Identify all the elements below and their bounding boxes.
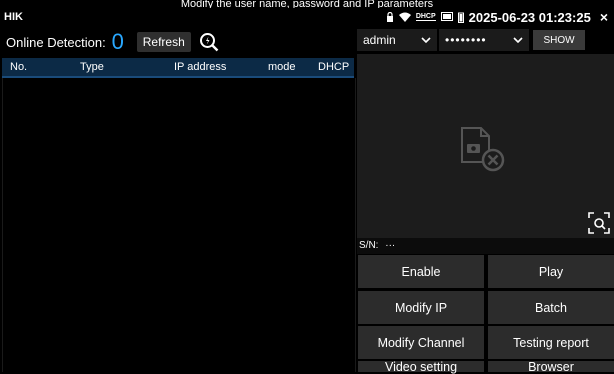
clock: 2025-06-23 01:23:25	[468, 9, 591, 25]
lock-icon	[386, 12, 393, 22]
action-button-grid: Enable Play Modify IP Batch Modify Chann…	[358, 255, 614, 374]
column-header-type[interactable]: Type	[80, 61, 104, 73]
credentials-bar: admin •••••••• SHOW	[357, 28, 614, 52]
column-header-ip-address[interactable]: IP address	[174, 61, 226, 73]
no-video-icon	[461, 127, 505, 172]
fullscreen-icon[interactable]	[588, 212, 610, 234]
batch-button[interactable]: Batch	[488, 291, 614, 324]
video-preview[interactable]	[357, 54, 614, 238]
password-mask: ••••••••	[445, 33, 487, 47]
username-select[interactable]: admin	[357, 29, 437, 51]
show-password-button[interactable]: SHOW	[533, 30, 585, 50]
username-value: admin	[363, 33, 396, 47]
video-setting-button[interactable]: Video setting	[358, 360, 484, 374]
column-header-dhcp[interactable]: DHCP	[318, 61, 349, 73]
online-count: 0	[111, 29, 124, 54]
chevron-down-icon	[421, 37, 431, 43]
modify-ip-button[interactable]: Modify IP	[358, 291, 484, 324]
status-bar: HIK DHCP 2025-06-23 01:23:25 ×	[0, 8, 614, 26]
battery-icon	[457, 12, 464, 23]
serial-number-value: ···	[385, 240, 396, 251]
modify-channel-button[interactable]: Modify Channel	[358, 326, 484, 359]
refresh-button[interactable]: Refresh	[136, 32, 191, 52]
enable-button[interactable]: Enable	[358, 255, 484, 288]
device-table-body[interactable]	[2, 78, 356, 372]
serial-number-row: S/N: ···	[357, 238, 614, 254]
search-icon[interactable]	[199, 32, 219, 52]
chevron-down-icon	[513, 37, 523, 43]
device-table-header: No. Type IP address mode DHCP	[2, 58, 354, 78]
close-icon[interactable]: ×	[600, 9, 608, 25]
online-detection-label: Online Detection:	[6, 34, 106, 50]
testing-report-button[interactable]: Testing report	[488, 326, 614, 359]
browser-button[interactable]: Browser	[488, 360, 614, 374]
wifi-icon	[398, 12, 411, 22]
dhcp-badge: DHCP	[415, 13, 436, 21]
dhcp-status-icon: DHCP	[415, 13, 436, 21]
device-list-panel: Online Detection: 0 Refresh No. Type IP …	[0, 26, 356, 372]
password-field[interactable]: ••••••••	[439, 29, 529, 51]
screen-icon	[440, 12, 453, 21]
column-header-no[interactable]: No.	[10, 61, 27, 73]
detection-toolbar: Online Detection: 0 Refresh	[0, 30, 356, 54]
play-button[interactable]: Play	[488, 255, 614, 288]
column-header-mode[interactable]: mode	[268, 61, 296, 73]
status-icons: DHCP 2025-06-23 01:23:25 ×	[386, 9, 608, 25]
top-hint: Modify the user name, password and IP pa…	[0, 0, 614, 8]
device-detail-panel: admin •••••••• SHOW S/N: ··· Enable Play…	[357, 26, 614, 374]
serial-number-label: S/N:	[359, 240, 379, 251]
app-title: HIK	[4, 11, 23, 23]
